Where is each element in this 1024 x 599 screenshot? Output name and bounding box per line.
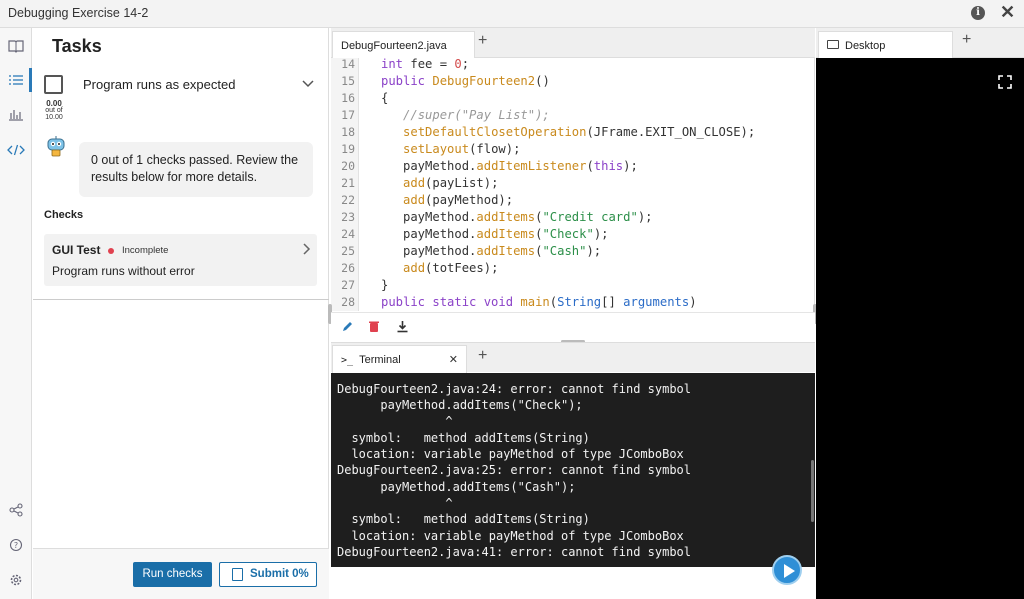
terminal-input-area[interactable] (331, 567, 815, 599)
terminal-line: DebugFourteen2.java:25: error: cannot fi… (337, 463, 692, 477)
close-tab-icon[interactable]: ✕ (449, 353, 458, 366)
terminal-line: ^ (337, 414, 453, 428)
monitor-icon (827, 40, 839, 49)
trash-icon[interactable] (367, 320, 381, 334)
title-bar: Debugging Exercise 14-2 i ✕ (0, 0, 1024, 28)
add-tab-icon[interactable]: + (478, 32, 487, 50)
share-icon[interactable] (6, 500, 26, 520)
settings-icon[interactable] (6, 570, 26, 590)
add-terminal-icon[interactable]: + (478, 347, 487, 365)
tasks-footer: Run checks Submit 0% (33, 548, 329, 599)
help-icon[interactable]: ? (6, 535, 26, 555)
tab-terminal[interactable]: >_ Terminal ✕ (332, 345, 467, 373)
task-name[interactable]: Program runs as expected (83, 77, 235, 92)
code-editor[interactable]: 14 int fee = 0; 15 public DebugFourteen2()… (331, 58, 815, 311)
terminal-line: location: variable payMethod of type JCo… (337, 447, 684, 461)
terminal-line: symbol: method addItems(String) (337, 512, 590, 526)
check-item[interactable]: GUI Test Incomplete Program runs without… (44, 234, 317, 286)
score-out-of: out of (45, 107, 63, 114)
terminal-tab-bar: >_ Terminal ✕ + (331, 342, 815, 373)
check-description: Program runs without error (52, 264, 195, 278)
fullscreen-icon[interactable] (998, 75, 1012, 89)
book-icon[interactable] (6, 36, 26, 56)
score-max: 10.00 (45, 114, 63, 121)
terminal-line: DebugFourteen2.java:24: error: cannot fi… (337, 382, 692, 396)
checks-heading: Checks (44, 209, 84, 221)
add-desktop-icon[interactable]: + (962, 31, 971, 49)
chart-icon[interactable] (6, 104, 26, 124)
svg-text:?: ? (14, 541, 18, 550)
tasks-panel: Tasks 0.00 out of 10.00 Program runs as … (33, 28, 329, 599)
score-value: 0.00 (46, 99, 62, 108)
info-icon[interactable]: i (971, 6, 985, 20)
active-indicator (29, 68, 32, 92)
terminal-line: location: variable payMethod of type JCo… (337, 529, 684, 543)
terminal-prompt-icon: >_ (341, 355, 354, 366)
terminal-line: payMethod.addItems("Check"); (337, 398, 583, 412)
desktop-tab-label: Desktop (845, 40, 886, 52)
download-icon[interactable] (395, 320, 409, 334)
pencil-icon[interactable] (340, 320, 354, 334)
status-dot (108, 248, 114, 254)
divider (33, 299, 329, 300)
tab-debugfourteen2-java[interactable]: DebugFourteen2.java (332, 31, 475, 58)
desktop-view[interactable] (816, 58, 1024, 599)
desktop-tab-bar: Desktop + (816, 28, 1024, 58)
document-icon (232, 568, 243, 581)
terminal-scrollbar[interactable] (811, 460, 814, 522)
submit-label: Submit 0% (250, 568, 309, 580)
play-icon (784, 564, 795, 578)
window-title: Debugging Exercise 14-2 (8, 6, 149, 20)
editor-toolbar (331, 312, 815, 342)
editor-tab-bar: DebugFourteen2.java + (331, 28, 815, 58)
tasks-list-icon[interactable] (6, 70, 26, 90)
robot-avatar-icon (44, 134, 68, 158)
run-checks-button[interactable]: Run checks (133, 562, 212, 587)
task-checkbox[interactable] (44, 75, 63, 94)
tasks-title: Tasks (52, 36, 102, 56)
terminal-tab-label: Terminal (359, 354, 401, 366)
run-program-button[interactable] (772, 555, 802, 585)
tab-desktop[interactable]: Desktop (818, 31, 953, 58)
check-status: Incomplete (122, 245, 169, 256)
terminal-line: DebugFourteen2.java:41: error: cannot fi… (337, 545, 692, 559)
terminal-line: payMethod.addItems("Cash"); (337, 480, 576, 494)
left-icon-rail: ? (0, 28, 32, 599)
feedback-message: 0 out of 1 checks passed. Review the res… (79, 142, 313, 197)
code-icon[interactable] (6, 140, 26, 160)
terminal-line: ^ (337, 496, 453, 510)
task-score: 0.00 out of 10.00 (41, 99, 67, 122)
close-icon[interactable]: ✕ (1000, 2, 1015, 23)
check-name: GUI Test (52, 243, 101, 257)
chevron-right-icon[interactable] (302, 242, 312, 259)
chevron-down-icon[interactable] (301, 76, 315, 92)
terminal-output[interactable]: DebugFourteen2.java:24: error: cannot fi… (331, 373, 815, 567)
submit-button[interactable]: Submit 0% (219, 562, 317, 587)
terminal-line: symbol: method addItems(String) (337, 431, 590, 445)
